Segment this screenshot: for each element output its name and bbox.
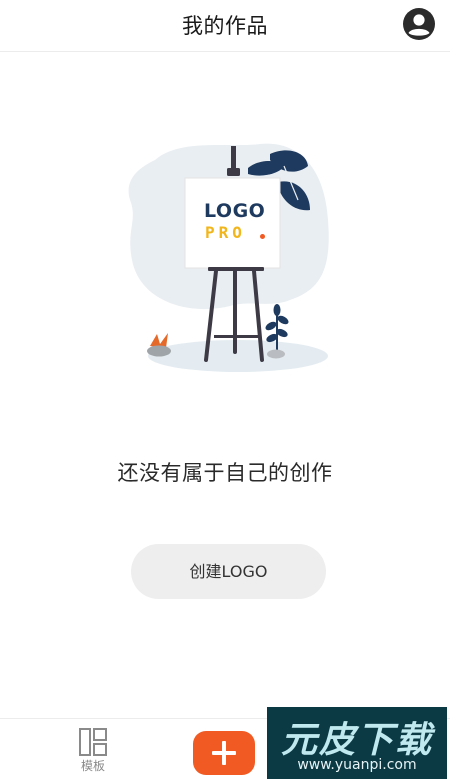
top-bar: 我的作品: [0, 0, 450, 52]
plus-icon: [212, 741, 236, 765]
watermark-title: 元皮下载: [280, 720, 433, 761]
account-circle-icon: [403, 8, 435, 40]
create-logo-button[interactable]: 创建LOGO: [131, 544, 326, 599]
watermark-url: www.yuanpi.com: [297, 757, 417, 773]
empty-state-illustration: LOGO PRO: [120, 130, 335, 380]
template-grid-icon: [79, 728, 107, 756]
profile-button[interactable]: [402, 7, 436, 41]
add-button[interactable]: [193, 731, 255, 775]
logo-dot: [260, 234, 265, 239]
tab-templates-label: 模板: [80, 759, 105, 773]
logo-text-line1: LOGO: [204, 200, 266, 222]
page-title: 我的作品: [182, 14, 268, 38]
site-watermark: 元皮下载 www.yuanpi.com: [267, 707, 447, 779]
tab-templates[interactable]: 模板: [62, 727, 124, 777]
ground-shadow: [148, 340, 328, 372]
empty-state-message: 还没有属于自己的创作: [117, 461, 333, 485]
logo-text-line2: PRO: [205, 223, 246, 242]
